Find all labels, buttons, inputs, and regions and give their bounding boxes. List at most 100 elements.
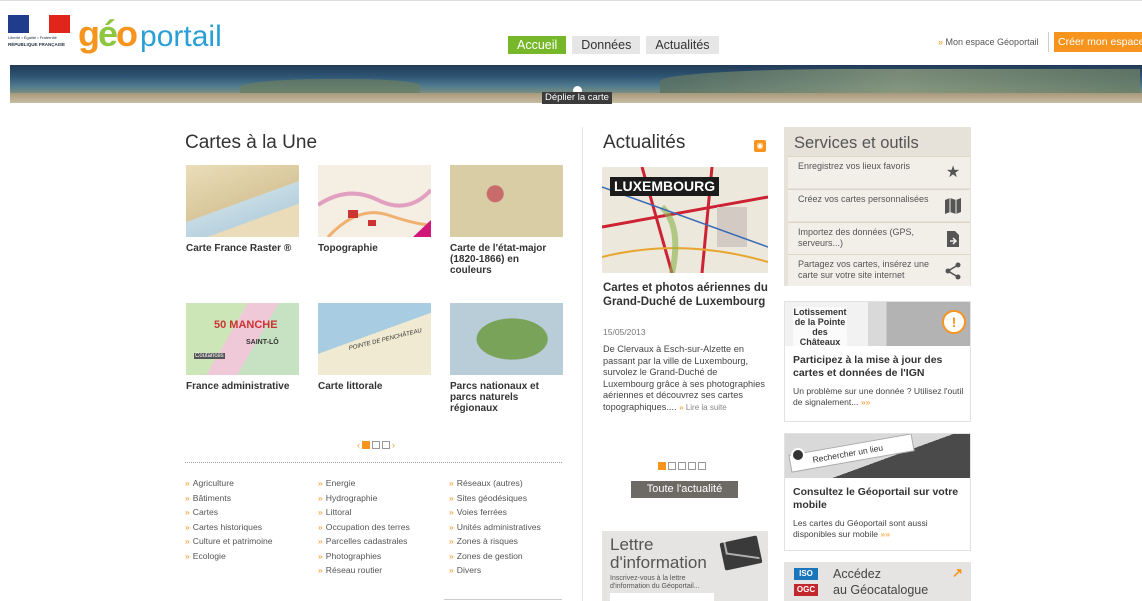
file-import-icon xyxy=(944,230,962,248)
map-thumbnail[interactable]: POINTE DE PENCHÂTEAU xyxy=(318,303,431,375)
map-thumbnail[interactable] xyxy=(450,165,563,237)
pager-dot[interactable] xyxy=(382,441,390,449)
theme-link[interactable]: » Occupation des terres xyxy=(318,520,410,535)
map-thumbnail[interactable] xyxy=(318,165,431,237)
pager-dot[interactable] xyxy=(668,462,676,470)
theme-link[interactable]: » Voies ferrées xyxy=(449,505,541,520)
logo-geo-text: géo xyxy=(78,13,138,54)
theme-link[interactable]: » Photographies xyxy=(318,549,410,564)
theme-link[interactable]: » Littoral xyxy=(318,505,410,520)
all-news-button[interactable]: Toute l'actualité xyxy=(631,481,738,498)
pager-dot[interactable] xyxy=(362,441,370,449)
newsletter-box[interactable]: Lettre d'information Inscrivez-vous à la… xyxy=(602,531,768,601)
service-share[interactable]: Partagez vos cartes, insérez une carte s… xyxy=(788,254,970,286)
map-card-raster[interactable]: Carte France Raster ® xyxy=(186,165,299,254)
logo-portail-text: portail xyxy=(140,20,222,53)
french-flag-icon xyxy=(8,15,71,33)
theme-link[interactable]: » Réseaux (autres) xyxy=(449,476,541,491)
my-space-link[interactable]: » Mon espace Géoportail xyxy=(938,37,1039,47)
map-thumbnail[interactable] xyxy=(450,303,563,375)
pager-prev-button[interactable]: ‹ xyxy=(357,440,360,450)
service-import-data[interactable]: Importez des données (GPS, serveurs...) xyxy=(788,222,970,254)
report-card-desc: Un problème sur une donnée ? Utilisez l'… xyxy=(793,386,964,407)
nav-tab-actualites[interactable]: Actualités xyxy=(646,36,719,54)
theme-link[interactable]: » Divers xyxy=(449,563,541,578)
geocatalog-card[interactable]: ISO OGC Accédez au Géocatalogue ↗ xyxy=(784,562,971,601)
read-more-link[interactable]: » Lire la suite xyxy=(679,403,727,412)
topo-map-graphic xyxy=(318,188,431,237)
services-title: Services et outils xyxy=(794,134,919,152)
mobile-card-title[interactable]: Consultez le Géoportail sur votre mobile xyxy=(793,486,968,512)
locate-icon xyxy=(791,448,805,462)
theme-list-col3: » Réseaux (autres) » Sites géodésiques » Vo… xyxy=(449,476,541,578)
report-error-card[interactable]: Lotissement de la Pointe des Châteaux ! … xyxy=(784,301,971,422)
service-custom-maps[interactable]: Créez vos cartes personnalisées xyxy=(788,189,970,221)
news-image[interactable]: LUXEMBOURG xyxy=(602,167,768,273)
news-date: 15/05/2013 xyxy=(603,327,646,337)
report-card-title[interactable]: Participez à la mise à jour des cartes e… xyxy=(793,354,968,380)
nav-tab-accueil[interactable]: Accueil xyxy=(508,36,567,54)
theme-link[interactable]: » Parcelles cadastrales xyxy=(318,534,410,549)
map-card-etat-major[interactable]: Carte de l'état-major (1820-1866) en cou… xyxy=(450,165,563,276)
theme-link[interactable]: » Réseau routier xyxy=(318,563,410,578)
pager-dot[interactable] xyxy=(678,462,686,470)
geoportail-logo[interactable]: géo portail xyxy=(78,13,222,54)
more-arrow-icon[interactable]: »» xyxy=(880,529,890,539)
pager-dot[interactable] xyxy=(372,441,380,449)
main-navigation: Accueil Données Actualités xyxy=(508,36,719,54)
services-panel: Services et outils Enregistrez vos lieux… xyxy=(784,127,971,286)
news-image-label: LUXEMBOURG xyxy=(610,177,720,196)
report-card-image[interactable]: Lotissement de la Pointe des Châteaux ! xyxy=(785,302,970,346)
map-card-admin[interactable]: 50 MANCHE SAINT-LÔ Coutances France admi… xyxy=(186,303,299,392)
featured-maps-title: Cartes à la Une xyxy=(185,132,318,153)
thumb-label-penchateau: POINTE DE PENCHÂTEAU xyxy=(348,328,423,352)
external-link-arrow-icon[interactable]: ↗ xyxy=(952,565,963,581)
newsletter-email-input[interactable] xyxy=(610,593,714,601)
report-image-label: Lotissement de la Pointe des Châteaux xyxy=(793,307,847,346)
map-card-caption[interactable]: Carte de l'état-major (1820-1866) en cou… xyxy=(450,243,563,276)
theme-link[interactable]: » Energie xyxy=(318,476,410,491)
map-card-caption[interactable]: Carte littorale xyxy=(318,381,431,392)
nav-tab-donnees[interactable]: Données xyxy=(572,36,641,54)
rss-icon[interactable]: ◉ xyxy=(754,140,766,152)
mobile-card-image[interactable]: Rechercher un lieu xyxy=(785,434,970,478)
map-card-caption[interactable]: Parcs nationaux et parcs naturels région… xyxy=(450,381,563,414)
theme-link[interactable]: » Unités administratives xyxy=(449,520,541,535)
theme-link[interactable]: » Zones de gestion xyxy=(449,549,541,564)
unfold-map-button[interactable]: Déplier la carte xyxy=(542,92,612,104)
map-card-caption[interactable]: Topographie xyxy=(318,243,431,254)
newsletter-title-line2: d'information xyxy=(610,553,707,572)
news-headline[interactable]: Cartes et photos aériennes du Grand-Duch… xyxy=(603,282,768,309)
my-space-label: Mon espace Géoportail xyxy=(945,37,1039,47)
theme-link[interactable]: » Culture et patrimoine xyxy=(185,534,273,549)
mobile-card[interactable]: Rechercher un lieu Consultez le Géoporta… xyxy=(784,433,971,551)
pager-dot[interactable] xyxy=(698,462,706,470)
theme-link[interactable]: » Cartes xyxy=(185,505,273,520)
theme-link[interactable]: » Ecologie xyxy=(185,549,273,564)
pager-next-button[interactable]: › xyxy=(392,440,395,450)
map-card-caption[interactable]: France administrative xyxy=(186,381,299,392)
map-thumbnail[interactable]: 50 MANCHE SAINT-LÔ Coutances xyxy=(186,303,299,375)
map-card-caption[interactable]: Carte France Raster ® xyxy=(186,243,299,254)
map-card-littorale[interactable]: POINTE DE PENCHÂTEAU Carte littorale xyxy=(318,303,431,392)
theme-link[interactable]: » Zones à risques xyxy=(449,534,541,549)
theme-link[interactable]: » Bâtiments xyxy=(185,491,273,506)
site-header: Liberté • Égalité • Fraternité RÉPUBLIQU… xyxy=(0,0,1142,62)
map-card-topographie[interactable]: Topographie xyxy=(318,165,431,254)
map-card-parcs[interactable]: Parcs nationaux et parcs naturels région… xyxy=(450,303,563,414)
theme-link[interactable]: » Hydrographie xyxy=(318,491,410,506)
create-account-button[interactable]: Créer mon espace xyxy=(1054,32,1142,52)
theme-link[interactable]: » Sites géodésiques xyxy=(449,491,541,506)
map-thumbnail[interactable] xyxy=(186,165,299,237)
theme-link[interactable]: » Cartes historiques xyxy=(185,520,273,535)
service-label: Importez des données (GPS, serveurs...) xyxy=(798,227,915,248)
pager-dot[interactable] xyxy=(688,462,696,470)
republique-francaise-logo[interactable]: Liberté • Égalité • Fraternité RÉPUBLIQU… xyxy=(8,15,71,53)
pager-dot[interactable] xyxy=(658,462,666,470)
service-favorites[interactable]: Enregistrez vos lieux favoris ★ xyxy=(788,156,970,188)
theme-link[interactable]: » Agriculture xyxy=(185,476,273,491)
divider xyxy=(444,599,562,600)
mobile-search-bar: Rechercher un lieu xyxy=(788,434,915,473)
more-arrow-icon[interactable]: »» xyxy=(861,397,871,407)
thumb-label-coutances: Coutances xyxy=(194,353,225,359)
